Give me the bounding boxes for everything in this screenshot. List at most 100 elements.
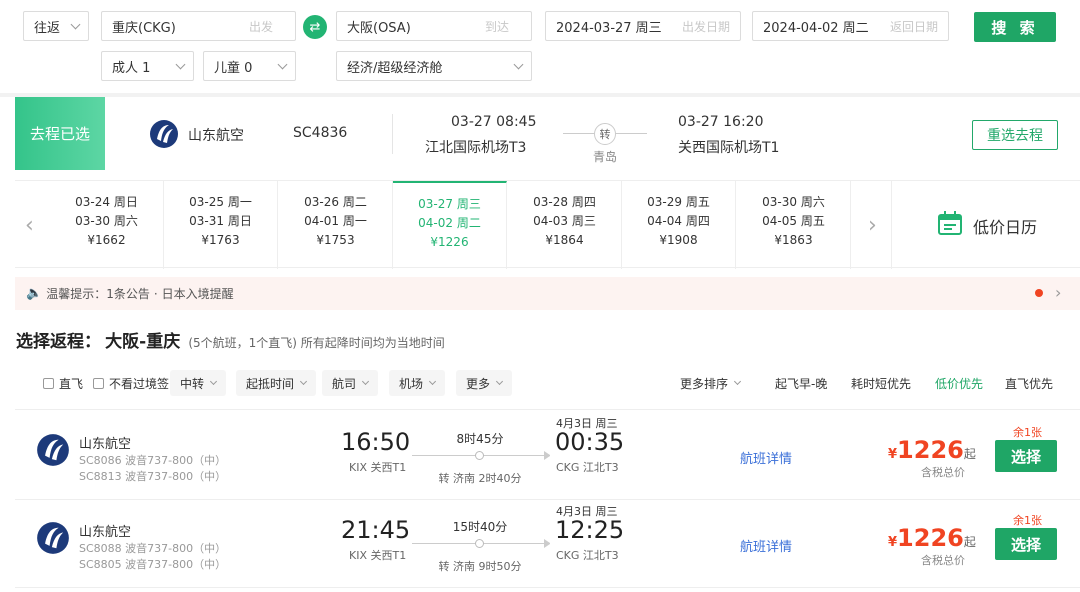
date-cell-line2: 04-04 周四 bbox=[647, 214, 710, 228]
flight-airline: 山东航空 bbox=[79, 525, 132, 540]
filter-transfer-dropdown[interactable]: 中转 bbox=[170, 370, 227, 396]
flight-price: ¥1226起 bbox=[888, 524, 976, 552]
flight-airline: 山东航空 bbox=[79, 437, 132, 452]
return-section-route: 大阪-重庆 bbox=[105, 332, 181, 352]
to-city-value: 大阪(OSA) bbox=[347, 20, 411, 36]
flight-arr-airport: CKG 江北T3 bbox=[556, 549, 619, 562]
flight-details-link[interactable]: 航班详情 bbox=[740, 536, 792, 555]
shandong-airlines-logo-icon bbox=[149, 119, 179, 149]
flight-arr-time: 00:35 bbox=[555, 428, 625, 456]
to-city-placeholder: 到达 bbox=[484, 19, 509, 34]
speaker-icon: 🔈 bbox=[26, 286, 43, 301]
sort-short-duration[interactable]: 耗时短优先 bbox=[841, 370, 921, 396]
sort-direct-first[interactable]: 直飞优先 bbox=[995, 370, 1063, 396]
filter-more-dropdown[interactable]: 更多 bbox=[456, 370, 513, 396]
swap-cities-icon[interactable]: ⇄ bbox=[303, 15, 327, 39]
from-city-input[interactable]: 重庆(CKG) 出发 bbox=[101, 11, 296, 41]
select-flight-button[interactable]: 选择 bbox=[995, 440, 1057, 472]
date-cell-line2: 04-03 周三 bbox=[533, 214, 596, 228]
price-value: 1226 bbox=[897, 436, 964, 464]
outbound-transfer-badge: 转 bbox=[594, 123, 616, 145]
tax-note: 含税总价 bbox=[921, 466, 965, 479]
date-cell[interactable]: 03-26 周二 04-01 周一 ¥1753 bbox=[279, 181, 393, 269]
depart-date-input[interactable]: 2024-03-27 周三 出发日期 bbox=[545, 11, 741, 41]
outbound-selected-tag: 去程已选 bbox=[15, 97, 105, 170]
cabin-select[interactable]: 经济/超级经济舱 bbox=[336, 51, 532, 81]
flight-row: 山东航空 SC8086 波音737-800（中） SC8813 波音737-800（… bbox=[15, 412, 1080, 500]
reselect-outbound-button[interactable]: 重选去程 bbox=[972, 120, 1058, 150]
flight-dep-airport: KIX 关西T1 bbox=[349, 461, 407, 474]
calendar-divider bbox=[891, 181, 892, 269]
flight-segment-2: SC8813 波音737-800（中） bbox=[79, 470, 227, 483]
prev-dates-chevron-icon[interactable]: ‹ bbox=[25, 213, 39, 238]
date-cell[interactable]: 03-27 周三 04-02 周二 ¥1226 bbox=[393, 181, 507, 269]
date-cell[interactable]: 03-25 周一 03-31 周日 ¥1763 bbox=[164, 181, 278, 269]
shandong-airlines-logo-icon bbox=[36, 521, 69, 554]
chevron-down-icon bbox=[175, 59, 186, 70]
from-city-placeholder: 出发 bbox=[248, 19, 273, 34]
filter-bar: 直飞 不看过境签 中转 起抵时间 航司 机场 更多 更多排序 起飞早-晚 耗时短… bbox=[15, 358, 1080, 410]
date-cell[interactable]: 03-24 周日 03-30 周六 ¥1662 bbox=[50, 181, 164, 269]
outbound-transfer-city: 青岛 bbox=[593, 150, 618, 164]
filter-transfer-label: 中转 bbox=[180, 376, 205, 391]
flight-dep-time: 21:45 bbox=[341, 516, 411, 544]
seats-remaining: 余1张 bbox=[1013, 514, 1042, 527]
date-cell[interactable]: 03-30 周六 04-05 周五 ¥1863 bbox=[737, 181, 851, 269]
trip-type-select[interactable]: 往返 bbox=[23, 11, 89, 41]
calendar-icon[interactable] bbox=[936, 209, 964, 237]
filter-time-dropdown[interactable]: 起抵时间 bbox=[236, 370, 317, 396]
flight-dep-airport: KIX 关西T1 bbox=[349, 549, 407, 562]
return-date-placeholder: 返回日期 bbox=[889, 19, 938, 34]
filter-airport-dropdown[interactable]: 机场 bbox=[389, 370, 446, 396]
notice-count: 1条公告 bbox=[106, 287, 150, 301]
return-section-subtitle: (5个航班，1个直飞) 所有起降时间均为当地时间 bbox=[188, 336, 445, 350]
chevron-down-icon bbox=[70, 19, 81, 30]
chevron-down-icon bbox=[495, 377, 504, 386]
chevron-down-icon bbox=[361, 377, 370, 386]
date-cell-price: ¥1908 bbox=[659, 233, 698, 247]
to-city-input[interactable]: 大阪(OSA) 到达 bbox=[336, 11, 532, 41]
notice-bar[interactable]: 🔈 温馨提示： 1条公告 · 日本入境提醒 › bbox=[15, 277, 1080, 310]
price-currency: ¥ bbox=[888, 447, 898, 462]
cabin-value: 经济/超级经济舱 bbox=[347, 60, 443, 76]
return-date-input[interactable]: 2024-04-02 周二 返回日期 bbox=[752, 11, 949, 41]
sort-low-price[interactable]: 低价优先 bbox=[925, 370, 993, 396]
date-cell-line1: 03-26 周二 bbox=[304, 195, 367, 209]
search-button[interactable]: 搜 索 bbox=[974, 12, 1056, 42]
chevron-down-icon bbox=[428, 377, 437, 386]
filter-airline-dropdown[interactable]: 航司 bbox=[322, 370, 379, 396]
price-suffix: 起 bbox=[963, 535, 976, 549]
flight-arr-time: 12:25 bbox=[555, 516, 625, 544]
date-cell-line2: 04-01 周一 bbox=[304, 214, 367, 228]
outbound-dep-airport: 江北国际机场T3 bbox=[425, 140, 527, 156]
date-cell-line2: 04-05 周五 bbox=[762, 214, 825, 228]
date-cell-price: ¥1863 bbox=[774, 233, 813, 247]
return-section-title: 选择返程： bbox=[16, 332, 101, 352]
flight-transfer-info: 转 济南 9时50分 bbox=[438, 560, 522, 573]
select-flight-button[interactable]: 选择 bbox=[995, 528, 1057, 560]
date-cell[interactable]: 03-29 周五 04-04 周四 ¥1908 bbox=[622, 181, 736, 269]
flight-details-link[interactable]: 航班详情 bbox=[740, 448, 792, 467]
return-section-title-wrap: 选择返程： 大阪-重庆 (5个航班，1个直飞) 所有起降时间均为当地时间 bbox=[16, 327, 445, 352]
notice-separator: · bbox=[153, 286, 158, 301]
notice-chevron-right-icon[interactable]: › bbox=[1055, 283, 1061, 302]
flight-row: 山东航空 SC8088 波音737-800（中） SC8805 波音737-800（… bbox=[15, 500, 1080, 588]
adult-select[interactable]: 成人 1 bbox=[101, 51, 194, 81]
child-select[interactable]: 儿童 0 bbox=[203, 51, 296, 81]
filter-no-transit-visa-checkbox[interactable]: 不看过境签 bbox=[83, 370, 179, 396]
price-currency: ¥ bbox=[888, 535, 898, 550]
flight-route-arrow-icon bbox=[544, 451, 550, 460]
next-dates-chevron-icon[interactable]: › bbox=[868, 213, 882, 238]
tax-note: 含税总价 bbox=[921, 554, 965, 567]
sort-early-late[interactable]: 起飞早-晚 bbox=[765, 370, 837, 396]
date-price-strip: ‹ 03-24 周日 03-30 周六 ¥1662 03-25 周一 03-31 周日 ¥… bbox=[15, 180, 1080, 269]
date-cell-price: ¥1864 bbox=[545, 233, 584, 247]
filter-more-label: 更多 bbox=[466, 376, 491, 391]
sort-more-label: 更多排序 bbox=[680, 376, 729, 391]
date-cell-line2: 04-02 周二 bbox=[418, 216, 481, 230]
date-cell-price: ¥1763 bbox=[201, 233, 240, 247]
date-cell[interactable]: 03-28 周四 04-03 周三 ¥1864 bbox=[508, 181, 622, 269]
low-price-calendar-label[interactable]: 低价日历 bbox=[973, 214, 1037, 238]
sort-more-dropdown[interactable]: 更多排序 bbox=[670, 370, 750, 396]
outbound-divider bbox=[392, 114, 393, 154]
